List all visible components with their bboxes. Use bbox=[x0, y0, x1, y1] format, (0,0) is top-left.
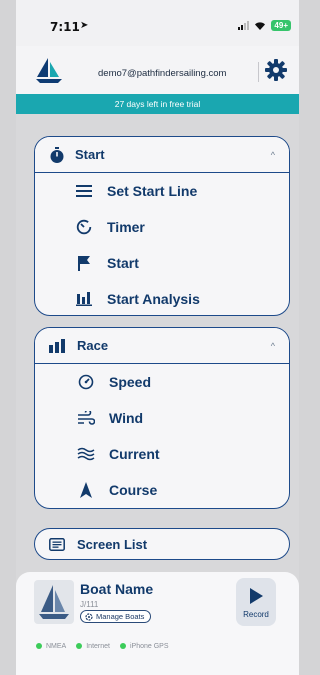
menu-item-speed[interactable]: Speed bbox=[35, 364, 289, 400]
battery-icon: 49+ bbox=[271, 20, 291, 31]
bar-chart-icon bbox=[49, 338, 65, 353]
status-indicators: 49+ bbox=[238, 20, 291, 31]
manage-boats-label: Manage Boats bbox=[96, 612, 145, 621]
play-icon bbox=[250, 588, 263, 604]
race-panel-header[interactable]: Race ^ bbox=[35, 328, 289, 364]
analysis-icon bbox=[73, 290, 95, 308]
chevron-up-icon[interactable]: ^ bbox=[271, 150, 275, 160]
status-dot-icon bbox=[76, 643, 83, 649]
gps-status: iPhone GPS bbox=[119, 643, 169, 650]
boat-image bbox=[34, 580, 74, 624]
location-arrow-icon: ➤ bbox=[80, 20, 89, 31]
list-icon bbox=[49, 537, 65, 551]
account-email[interactable]: demo7@pathfindersailing.com bbox=[98, 68, 226, 79]
record-button[interactable]: Record bbox=[236, 578, 276, 626]
sailboat-logo-icon bbox=[36, 58, 62, 83]
boat-name: Boat Name bbox=[80, 581, 154, 597]
gear-icon[interactable] bbox=[265, 59, 287, 81]
menu-item-current[interactable]: Current bbox=[35, 436, 289, 472]
timer-icon bbox=[73, 218, 95, 236]
trial-banner: 27 days left in free trial bbox=[16, 94, 299, 114]
menu-item-wind[interactable]: Wind bbox=[35, 400, 289, 436]
app-header: demo7@pathfindersailing.com bbox=[16, 46, 299, 94]
menu-item-course[interactable]: Course bbox=[35, 472, 289, 508]
start-panel-header[interactable]: Start ^ bbox=[35, 137, 289, 173]
start-line-icon bbox=[73, 182, 95, 200]
sailboat-icon bbox=[39, 585, 69, 619]
status-dot-icon bbox=[119, 643, 126, 649]
record-label: Record bbox=[243, 610, 269, 619]
boat-class: J/111 bbox=[80, 600, 99, 609]
course-icon bbox=[75, 481, 97, 499]
screen-list-label: Screen List bbox=[77, 536, 148, 552]
menu-item-timer[interactable]: Timer bbox=[35, 209, 289, 245]
gear-icon bbox=[85, 612, 93, 621]
speed-icon bbox=[75, 373, 97, 391]
menu-item-start[interactable]: Start bbox=[35, 245, 289, 281]
internet-status: Internet bbox=[76, 643, 110, 650]
header-divider bbox=[258, 62, 259, 82]
boat-card: Boat Name J/111 Manage Boats Record bbox=[16, 572, 299, 632]
menu-item-start-analysis[interactable]: Start Analysis bbox=[35, 281, 289, 315]
wind-icon bbox=[75, 409, 97, 427]
start-panel-title: Start bbox=[75, 147, 105, 162]
manage-boats-button[interactable]: Manage Boats bbox=[80, 610, 152, 623]
nmea-status: NMEA bbox=[36, 643, 66, 650]
screen-list-button[interactable]: Screen List bbox=[34, 528, 290, 560]
connection-status-bar: NMEA Internet iPhone GPS bbox=[16, 632, 299, 660]
status-dot-icon bbox=[36, 643, 42, 649]
home-indicator bbox=[16, 660, 299, 675]
status-time: 7:11 bbox=[50, 20, 80, 34]
chevron-up-icon[interactable]: ^ bbox=[271, 341, 275, 351]
status-bar: 7:11 ➤ 49+ bbox=[16, 0, 299, 46]
stopwatch-icon bbox=[50, 146, 64, 163]
menu-item-set-start-line[interactable]: Set Start Line bbox=[35, 173, 289, 209]
flag-icon bbox=[73, 254, 95, 272]
race-panel: Race ^ Speed Wind Current Course bbox=[34, 327, 290, 509]
start-panel: Start ^ Set Start Line Timer Start Start… bbox=[34, 136, 290, 316]
signal-icon bbox=[238, 21, 250, 30]
wifi-icon bbox=[255, 22, 266, 30]
race-panel-title: Race bbox=[77, 338, 109, 353]
app-screen: 7:11 ➤ 49+ demo7@pathfindersailing.com 2… bbox=[16, 0, 299, 675]
current-icon bbox=[75, 445, 97, 463]
